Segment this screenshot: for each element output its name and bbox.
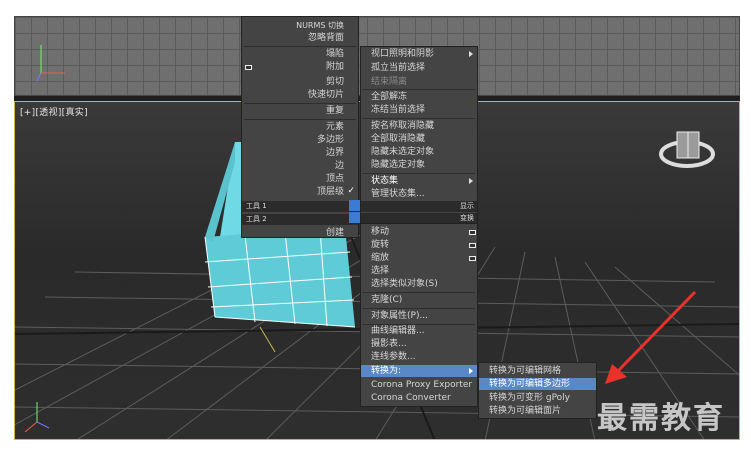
menu-item-scale[interactable]: 缩放: [361, 252, 477, 264]
settings-box-icon[interactable]: [469, 256, 476, 261]
submenu-arrow-icon: [469, 51, 473, 57]
watermark-text: 最需教育: [597, 401, 725, 436]
menu-item-move[interactable]: 移动: [361, 226, 477, 238]
menu-item-dope-sheet[interactable]: 摄影表...: [361, 338, 477, 350]
submenu-item-editable-mesh[interactable]: 转换为可编辑网格: [479, 365, 596, 377]
checkmark-icon: ✓: [347, 186, 355, 196]
axis-gizmo-top: [36, 45, 65, 82]
3dsmax-screen: [+][透视][真实] NURMS 切换 忽略背面 塌陷 附加 剪切 快速切片 …: [0, 0, 751, 452]
menu-item-curve-editor[interactable]: 曲线编辑器...: [361, 325, 477, 337]
menu-item-repeat[interactable]: 重复: [242, 105, 358, 117]
menu-item-edge[interactable]: 边: [242, 160, 358, 172]
quad-selector-tl[interactable]: [349, 200, 360, 211]
menu-separator: [363, 89, 475, 90]
menu-item-end-isolate[interactable]: 结束隔离: [361, 76, 477, 88]
viewcube-icon: [659, 131, 715, 168]
menu-item-corona-proxy-exporter[interactable]: Corona Proxy Exporter: [361, 379, 477, 391]
menu-item-element[interactable]: 元素: [242, 121, 358, 133]
menu-item-state-sets[interactable]: 状态集: [361, 175, 477, 187]
menu-item-clone[interactable]: 克隆(C): [361, 294, 477, 306]
menu-item-ignore-backfacing[interactable]: 忽略背面: [242, 32, 358, 44]
submenu-item-editable-patch[interactable]: 转换为可编辑面片: [479, 405, 596, 417]
menu-item-hide-unselected[interactable]: 隐藏未选定对象: [361, 146, 477, 158]
settings-box-icon[interactable]: [469, 230, 476, 235]
settings-box-icon[interactable]: [245, 65, 252, 70]
menu-separator: [244, 46, 356, 47]
menu-item-border[interactable]: 边界: [242, 147, 358, 159]
menu-item-rotate[interactable]: 旋转: [361, 239, 477, 251]
menu-item-polygon[interactable]: 多边形: [242, 134, 358, 146]
menu-item-object-properties[interactable]: 对象属性(P)...: [361, 310, 477, 322]
menu-item-wire-parameters[interactable]: 连线参数...: [361, 351, 477, 363]
menu-item-manage-state-sets[interactable]: 管理状态集...: [361, 188, 477, 200]
menu-item-quickslice[interactable]: 快速切片: [242, 89, 358, 101]
menu-item-viewport-lighting[interactable]: 视口照明和阴影: [361, 48, 477, 60]
quad-header-tools2: 工具 2: [242, 214, 358, 225]
quad-header-display: 显示: [361, 201, 477, 212]
submenu-arrow-icon: [469, 178, 473, 184]
menu-item-select[interactable]: 选择: [361, 265, 477, 277]
menu-item-hide-selection[interactable]: 隐藏选定对象: [361, 159, 477, 171]
quad-selector-bl[interactable]: [349, 212, 360, 223]
submenu-item-editable-poly[interactable]: 转换为可编辑多边形: [479, 378, 596, 390]
submenu-item-deformable-gpoly[interactable]: 转换为可变形 gPoly: [479, 392, 596, 404]
quad-menu-top-left: NURMS 切换 忽略背面 塌陷 附加 剪切 快速切片 重复 元素 多边形 边界…: [241, 16, 359, 238]
submenu-arrow-icon: [469, 368, 473, 374]
settings-box-icon[interactable]: [469, 243, 476, 248]
menu-item-isolate[interactable]: 孤立当前选择: [361, 62, 477, 74]
menu-item-corona-converter[interactable]: Corona Converter: [361, 392, 477, 404]
menu-item-top-level[interactable]: 顶层级: [242, 186, 358, 198]
convert-to-submenu: 转换为可编辑网格 转换为可编辑多边形 转换为可变形 gPoly 转换为可编辑面片: [478, 362, 597, 419]
menu-item-cut[interactable]: 剪切: [242, 76, 358, 88]
quad-menu-top-right: 视口照明和阴影 孤立当前选择 结束隔离 全部解冻 冻结当前选择 按名称取消隐藏 …: [360, 46, 478, 224]
menu-separator: [363, 118, 475, 119]
menu-separator: [244, 119, 356, 120]
quad-header-tools1: 工具 1: [242, 201, 358, 212]
menu-item-unhide-all[interactable]: 全部取消隐藏: [361, 133, 477, 145]
menu-separator: [363, 292, 475, 293]
quad-menu-bottom-right: 移动 旋转 缩放 选择 选择类似对象(S) 克隆(C) 对象属性(P)... 曲…: [360, 223, 478, 407]
menu-item-unhide-by-name[interactable]: 按名称取消隐藏: [361, 120, 477, 132]
menu-item-select-similar[interactable]: 选择类似对象(S): [361, 278, 477, 290]
menu-item-freeze-selection[interactable]: 冻结当前选择: [361, 104, 477, 116]
menu-separator: [363, 173, 475, 174]
menu-item-unfreeze-all[interactable]: 全部解冻: [361, 91, 477, 103]
menu-item-attach[interactable]: 附加: [242, 61, 358, 73]
menu-item-collapse[interactable]: 塌陷: [242, 48, 358, 60]
menu-item-vertex[interactable]: 顶点: [242, 173, 358, 185]
menu-item-create[interactable]: 创建: [242, 227, 358, 239]
menu-item-nurms[interactable]: NURMS 切换: [242, 20, 358, 32]
menu-item-convert-to[interactable]: 转换为:: [361, 365, 477, 377]
menu-separator: [363, 308, 475, 309]
menu-separator: [244, 103, 356, 104]
